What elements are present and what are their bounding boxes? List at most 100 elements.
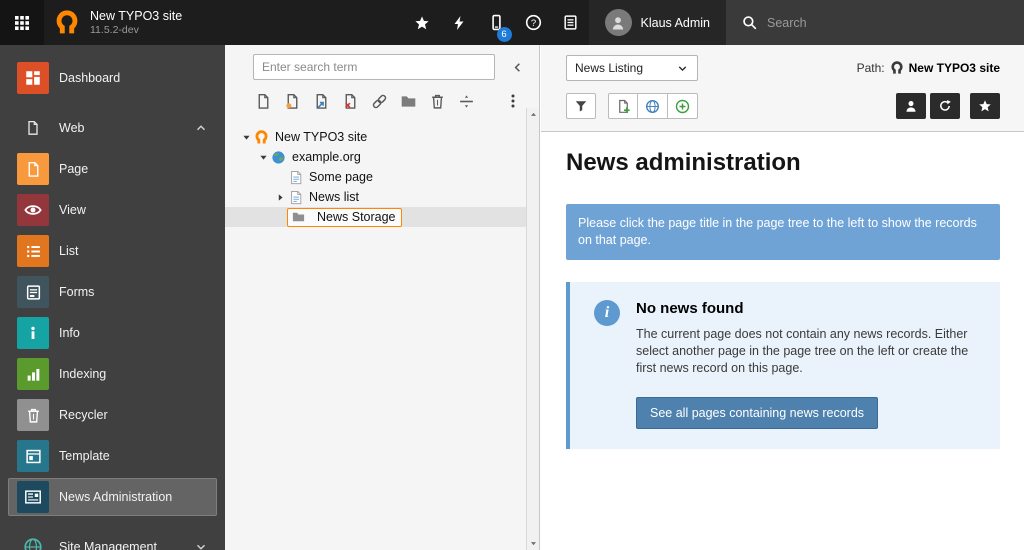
sidebar-item-indexing[interactable]: Indexing xyxy=(8,355,217,393)
new-mountpoint-icon[interactable] xyxy=(340,91,360,111)
user-name: Klaus Admin xyxy=(641,16,710,30)
module-content: News Listing Path: New TYPO3 site xyxy=(541,45,1024,550)
tree-node-example-org[interactable]: example.org xyxy=(225,147,527,167)
view-eye-icon xyxy=(17,194,49,226)
collapse-pagetree-button[interactable] xyxy=(505,55,529,79)
sidebar-item-template[interactable]: Template xyxy=(8,437,217,475)
reload-button[interactable] xyxy=(930,93,960,119)
breadcrumb: Path: New TYPO3 site xyxy=(857,61,1000,75)
sidebar-item-recycler[interactable]: Recycler xyxy=(8,396,217,434)
topbar-spacer xyxy=(192,0,403,45)
topbar: New TYPO3 site 11.5.2-dev 6 Klaus Admin xyxy=(0,0,1024,45)
new-recycler-icon[interactable] xyxy=(427,91,447,111)
new-record-button[interactable] xyxy=(608,93,638,119)
sidebar-item-label: Info xyxy=(59,326,80,340)
bookmark-button[interactable] xyxy=(970,93,1000,119)
new-external-link-icon[interactable] xyxy=(369,91,389,111)
sidebar-section-site-management[interactable]: Site Management xyxy=(8,528,217,550)
tree-scrollbar[interactable] xyxy=(526,108,539,550)
info-circle-icon: i xyxy=(594,300,620,326)
view-mode-select[interactable]: News Listing xyxy=(566,55,698,81)
new-record-icon xyxy=(616,99,631,114)
documentation-button[interactable] xyxy=(552,0,589,45)
new-shortcut-icon[interactable] xyxy=(311,91,331,111)
chevron-down-icon xyxy=(194,540,208,550)
tree-node-label: example.org xyxy=(292,150,361,164)
system-information-button[interactable]: 6 xyxy=(478,0,515,45)
tree-toolbar xyxy=(225,85,539,119)
user-settings-button[interactable] xyxy=(896,93,926,119)
modulemenu-toggle-button[interactable] xyxy=(0,0,44,45)
template-icon xyxy=(17,440,49,472)
tree-expand-toggle[interactable] xyxy=(239,132,253,143)
page-icon xyxy=(17,153,49,185)
star-icon xyxy=(978,99,992,113)
sidebar-item-label: Recycler xyxy=(59,408,108,422)
tree-filter-input[interactable] xyxy=(253,54,495,80)
apps-grid-icon xyxy=(14,15,30,31)
page-tree: New TYPO3 site example.org Some page New… xyxy=(225,119,539,227)
new-spacer-icon[interactable] xyxy=(456,91,476,111)
sidebar-item-label: Dashboard xyxy=(59,71,120,85)
new-page-alternative-icon[interactable] xyxy=(282,91,302,111)
search-icon xyxy=(742,15,757,30)
chevron-down-icon xyxy=(676,62,689,75)
sidebar-item-label: News Administration xyxy=(59,490,172,504)
search-input[interactable] xyxy=(767,16,967,30)
add-button[interactable] xyxy=(668,93,698,119)
funnel-icon xyxy=(574,99,588,113)
globe-icon xyxy=(17,531,49,550)
tree-node-news-storage[interactable]: News Storage xyxy=(225,207,527,227)
tree-node-news-list[interactable]: News list xyxy=(225,187,527,207)
callout-text: The current page does not contain any ne… xyxy=(636,326,980,377)
sidebar-section-label: Web xyxy=(59,121,84,135)
sidebar-item-label: List xyxy=(59,244,78,258)
star-icon xyxy=(414,15,430,31)
clear-cache-button[interactable] xyxy=(441,0,478,45)
filter-button[interactable] xyxy=(566,93,596,119)
tree-node-root[interactable]: New TYPO3 site xyxy=(225,127,527,147)
sidebar-item-dashboard[interactable]: Dashboard xyxy=(8,59,217,97)
typo3-logo-icon xyxy=(890,61,904,75)
sidebar-item-forms[interactable]: Forms xyxy=(8,273,217,311)
tree-node-label: New TYPO3 site xyxy=(275,130,367,144)
tree-expand-toggle[interactable] xyxy=(256,152,270,163)
site-title: New TYPO3 site xyxy=(90,9,182,24)
sidebar-item-info[interactable]: Info xyxy=(8,314,217,352)
tree-more-menu-button[interactable] xyxy=(503,91,523,111)
scroll-down-icon[interactable] xyxy=(529,539,538,548)
sidebar-item-page[interactable]: Page xyxy=(8,150,217,188)
user-menu[interactable]: Klaus Admin xyxy=(589,0,726,45)
callout-title: No news found xyxy=(636,300,980,317)
see-all-pages-button[interactable]: See all pages containing news records xyxy=(636,397,878,429)
info-icon xyxy=(17,317,49,349)
tree-node-label: Some page xyxy=(309,170,373,184)
tree-node-label: News list xyxy=(309,190,359,204)
module-menu: Dashboard Web Page View List Forms Info … xyxy=(0,45,225,550)
web-section-icon xyxy=(17,112,49,144)
sidebar-section-web[interactable]: Web xyxy=(8,109,217,147)
typo3-logo-icon xyxy=(54,10,80,36)
list-icon xyxy=(17,235,49,267)
recycler-icon xyxy=(17,399,49,431)
new-folder-icon[interactable] xyxy=(398,91,418,111)
page-doc-icon xyxy=(287,170,304,185)
selected-node-box[interactable]: News Storage xyxy=(287,208,402,227)
scroll-up-icon[interactable] xyxy=(529,110,538,119)
help-button[interactable] xyxy=(515,0,552,45)
translations-button[interactable] xyxy=(638,93,668,119)
tree-search-row xyxy=(225,45,539,85)
new-page-icon[interactable] xyxy=(253,91,273,111)
content-area: News administration Please click the pag… xyxy=(541,132,1024,449)
tree-expand-toggle[interactable] xyxy=(273,192,287,203)
view-mode-value: News Listing xyxy=(575,61,643,75)
sidebar-item-list[interactable]: List xyxy=(8,232,217,270)
avatar xyxy=(605,9,632,36)
tree-node-some-page[interactable]: Some page xyxy=(225,167,527,187)
sidebar-item-view[interactable]: View xyxy=(8,191,217,229)
refresh-icon xyxy=(938,99,952,113)
bookmarks-button[interactable] xyxy=(404,0,441,45)
forms-icon xyxy=(17,276,49,308)
sidebar-item-news-administration[interactable]: News Administration xyxy=(8,478,217,516)
typo3-version: 11.5.2-dev xyxy=(90,24,182,37)
